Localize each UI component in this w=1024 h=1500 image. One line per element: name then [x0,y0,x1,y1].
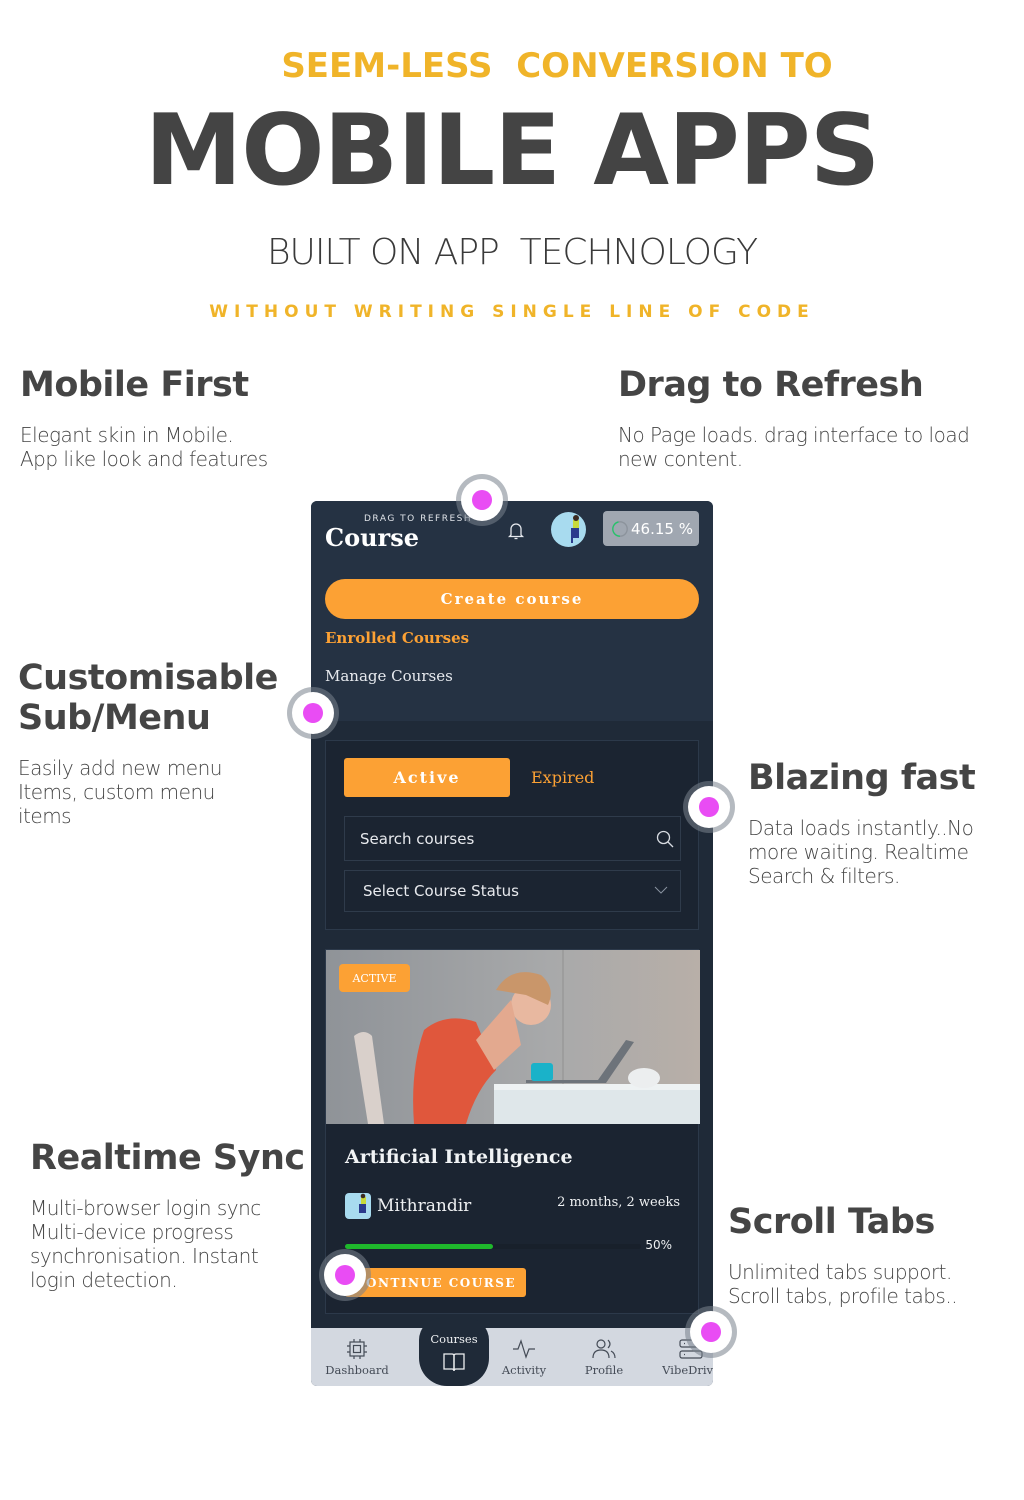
feature-text: Easily add new menu Items, custom menu i… [18,756,222,828]
search-placeholder: Search courses [360,829,475,848]
hero-tagline: WITHOUT WRITING SINGLE LINE OF CODE [209,302,815,322]
overall-progress-badge: 46.15 % [603,511,699,546]
tab-active[interactable]: Active [344,758,510,797]
feature-mobile-first: Mobile First Elegant skin in Mobile. App… [20,365,330,471]
continue-course-button[interactable]: CONTINUE COURSE [345,1268,526,1297]
create-course-button[interactable]: Create course [325,579,699,619]
feature-drag-refresh: Drag to Refresh No Page loads. drag inte… [618,365,1018,471]
course-progress-fill [345,1244,493,1249]
marker-dot-blazing-fast [688,786,730,828]
cpu-icon [347,1339,367,1359]
course-list-area: Active Expired Search courses Select Cou… [311,721,713,1328]
tab-label: VibeDrive [662,1363,713,1377]
feature-text: Data loads instantly..No more waiting. R… [748,816,974,888]
tab-label: Activity [501,1363,547,1377]
feature-title: Mobile First [20,365,249,405]
feature-customisable-menu: Customisable Sub/Menu Easily add new men… [18,658,308,828]
activity-icon [513,1339,535,1359]
tab-courses[interactable]: Courses [419,1318,489,1386]
hero-subtitle: BUILT ON APP TECHNOLOGY [266,232,758,273]
feature-text: No Page loads. drag interface to load ne… [618,423,970,471]
phone-mockup: DRAG TO REFRESH Course 46.15 % Create co… [311,501,713,1386]
feature-title: Blazing fast [748,758,976,798]
select-value: Select Course Status [363,882,519,900]
marker-dot-scroll-tabs [690,1311,732,1353]
feature-title: Drag to Refresh [618,365,924,405]
marker-dot-realtime-sync [324,1254,366,1296]
search-icon[interactable] [656,830,674,848]
avatar[interactable] [551,512,586,547]
bottom-tab-bar: Dashboard Courses Activity Profile VibeD… [311,1318,713,1386]
tab-label: Courses [430,1332,478,1346]
search-input[interactable]: Search courses [344,816,681,861]
course-title[interactable]: Artificial Intelligence [345,1146,573,1168]
course-thumbnail: ACTIVE [326,950,700,1124]
filter-panel: Active Expired Search courses Select Cou… [325,740,699,930]
marker-dot-submenu [292,692,334,734]
marker-dot-drag-refresh [461,479,503,521]
tab-profile[interactable]: Profile [569,1328,639,1386]
author-avatar [345,1193,371,1219]
page-title: Course [325,523,419,552]
course-progress-label: 50% [645,1238,672,1252]
course-author: Mithrandir [345,1193,471,1219]
feature-title: Realtime Sync [30,1138,305,1178]
feature-realtime-sync: Realtime Sync Multi-browser login sync M… [30,1138,320,1292]
tab-activity[interactable]: Activity [489,1328,559,1386]
feature-title: Customisable Sub/Menu [18,658,278,738]
author-name: Mithrandir [377,1196,472,1216]
avatar-illustration-icon [571,515,579,543]
tab-label: Dashboard [325,1363,389,1377]
users-icon [592,1339,616,1359]
tab-expired[interactable]: Expired [531,758,594,797]
author-avatar-icon [359,1193,366,1213]
book-icon [443,1353,465,1372]
feature-blazing-fast: Blazing fast Data loads instantly..No mo… [748,758,1018,888]
app-header: DRAG TO REFRESH Course 46.15 % Create co… [311,501,713,721]
hero-kicker: SEEM-LESS CONVERSION TO [281,46,833,86]
feature-title: Scroll Tabs [728,1202,935,1242]
course-status-select[interactable]: Select Course Status [344,870,681,912]
course-card[interactable]: ACTIVE Artificial Intelligence Mithrandi… [325,949,700,1314]
chevron-down-icon [654,886,668,894]
feature-text: Multi-browser login sync Multi-device pr… [30,1196,261,1292]
progress-value: 46.15 % [631,519,693,538]
bell-icon[interactable] [507,521,525,541]
tab-dashboard[interactable]: Dashboard [315,1328,399,1386]
status-badge: ACTIVE [339,964,410,992]
course-duration: 2 months, 2 weeks [557,1195,680,1210]
feature-text: Unlimited tabs support. Scroll tabs, pro… [728,1260,958,1308]
progress-ring-icon [612,520,628,537]
hero-title: MOBILE APPS [144,94,881,208]
menu-item-manage-courses[interactable]: Manage Courses [325,667,453,685]
feature-text: Elegant skin in Mobile. App like look an… [20,423,268,471]
menu-item-enrolled-courses[interactable]: Enrolled Courses [325,629,469,647]
feature-scroll-tabs: Scroll Tabs Unlimited tabs support. Scro… [728,1202,1018,1308]
course-progress-bar [345,1244,641,1249]
tab-label: Profile [584,1363,624,1377]
